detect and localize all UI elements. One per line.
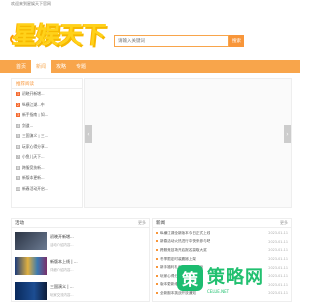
bullet-icon — [156, 240, 158, 243]
recommend-title: 推荐阅读 — [12, 79, 82, 89]
main-nav: 首页 新闻 攻略 专题 — [0, 60, 300, 73]
nav-item-news[interactable]: 新闻 — [31, 60, 51, 73]
carousel-next-button[interactable]: › — [284, 125, 291, 143]
article-thumbnail[interactable] — [15, 256, 47, 275]
article-item[interactable]: 初晓开新增... 活动介绍内容... — [12, 228, 149, 253]
rank-badge: 2 — [16, 102, 20, 107]
news-item[interactable]: 跨服竞技场开启报名赢取大奖 2023-01-11 — [156, 246, 288, 255]
rank-badge: 5 — [16, 134, 20, 139]
nav-item-topics[interactable]: 专题 — [71, 60, 91, 73]
article-thumbnail[interactable] — [15, 281, 47, 300]
more-link[interactable]: 更多 — [138, 220, 146, 226]
news-date: 2023-01-11 — [268, 231, 288, 236]
rank-badge: 10 — [15, 186, 21, 191]
rank-badge: 3 — [16, 113, 20, 118]
search-button-label: 搜索 — [232, 39, 241, 44]
bullet-icon — [156, 274, 158, 277]
article-desc: 详细介绍内容... — [50, 268, 74, 272]
recommend-panel: 推荐阅读 1 初晓开新增... 2 纵横江湖...中 3 新手指南 | 如... 4剑… — [11, 78, 83, 208]
watermark: 策 策略网 CELUE.NET — [177, 260, 295, 296]
list-item[interactable]: 2 纵横江湖...中 — [12, 100, 82, 111]
carousel-prev-button[interactable]: ‹ — [85, 125, 92, 143]
list-item-title: 新版本更新... — [22, 175, 45, 181]
rank-badge: 8 — [16, 165, 20, 170]
list-item[interactable]: 9 新版本更新... — [12, 173, 82, 184]
rank-badge: 1 — [16, 92, 20, 97]
article-desc: 活动介绍内容... — [50, 243, 74, 247]
header: 星娱天下 请输入关键词 搜索 — [0, 8, 300, 53]
list-item-title: 初晓开新增... — [22, 91, 45, 97]
bullet-icon — [156, 283, 158, 286]
list-item-title: 新春活动开启... — [22, 185, 49, 191]
topbar-text: 欢迎来到星娱天下官网 — [11, 1, 51, 6]
article-item[interactable]: 三国演义 | ... 玩家交流内容... — [12, 278, 149, 303]
news-item[interactable]: 新春活动火热进行中快来参与吧 2023-01-11 — [156, 238, 288, 247]
article-item[interactable]: 新版本上线 | ... 详细介绍内容... — [12, 253, 149, 278]
article-title[interactable]: 三国演义 | ... — [50, 284, 74, 290]
activity-panel: 活动 更多 初晓开新增... 活动介绍内容... 新版本上线 | ... 详细介绍内… — [11, 218, 150, 302]
panel-header: 新闻 更多 — [153, 219, 291, 228]
search-placeholder: 请输入关键词 — [118, 39, 145, 44]
more-link[interactable]: 更多 — [280, 220, 288, 226]
news-item[interactable]: 纵横江湖全新版本今日正式上线 2023-01-11 — [156, 229, 288, 238]
news-title: 跨服竞技场开启报名赢取大奖 — [160, 247, 207, 252]
search-bar: 请输入关键词 搜索 — [114, 35, 244, 47]
site-logo[interactable]: 星娱天下 — [10, 15, 106, 49]
list-item[interactable]: 5 三国演义 | 三... — [12, 131, 82, 142]
list-item[interactable]: 8 跨服竞技新... — [12, 163, 82, 174]
banner-carousel: ‹ › — [84, 78, 292, 208]
list-item[interactable]: 1 初晓开新增... — [12, 89, 82, 100]
logo-text: 星娱天下 — [11, 19, 107, 49]
list-item[interactable]: 3 新手指南 | 如... — [12, 110, 82, 121]
bullet-icon — [156, 231, 158, 234]
rank-badge: 6 — [16, 144, 20, 149]
article-title[interactable]: 初晓开新增... — [50, 234, 74, 240]
list-item-title: 剑道... — [22, 122, 34, 128]
search-button[interactable]: 搜索 — [229, 35, 244, 47]
watermark-title: 策略网 — [207, 266, 264, 288]
bullet-icon — [156, 266, 158, 269]
rank-badge: 4 — [16, 123, 20, 128]
panel-title: 新闻 — [156, 221, 165, 226]
news-date: 2023-01-11 — [268, 248, 288, 253]
rank-badge: 9 — [16, 176, 20, 181]
bullet-icon — [156, 248, 158, 251]
list-item-title: 跨服竞技新... — [22, 164, 45, 170]
bullet-icon — [156, 291, 158, 294]
rank-badge: 7 — [16, 155, 20, 160]
news-date: 2023-01-11 — [268, 239, 288, 244]
topbar: 欢迎来到星娱天下官网 — [0, 0, 300, 8]
list-item-title: 小鱼儿天下... — [22, 154, 45, 160]
search-input[interactable]: 请输入关键词 — [114, 35, 229, 47]
list-item[interactable]: 4 剑道... — [12, 121, 82, 132]
article-thumbnail[interactable] — [15, 231, 47, 250]
list-item-title: 纵横江湖...中 — [22, 101, 45, 107]
watermark-subtitle: CELUE.NET — [207, 288, 230, 294]
news-title: 新春活动火热进行中快来参与吧 — [160, 239, 211, 244]
watermark-icon-glyph: 策 — [181, 270, 198, 289]
main-section: 推荐阅读 1 初晓开新增... 2 纵横江湖...中 3 新手指南 | 如... 4剑… — [0, 78, 300, 208]
list-item-title: 玩家心得分享... — [22, 143, 49, 149]
nav-item-guide[interactable]: 攻略 — [51, 60, 71, 73]
list-item[interactable]: 6 玩家心得分享... — [12, 142, 82, 153]
article-desc: 玩家交流内容... — [50, 293, 74, 297]
watermark-logo-icon: 策 — [177, 265, 203, 291]
panel-header: 活动 更多 — [12, 219, 149, 228]
article-title[interactable]: 新版本上线 | ... — [50, 259, 78, 265]
nav-item-home[interactable]: 首页 — [11, 60, 31, 73]
list-item-title: 新手指南 | 如... — [22, 112, 49, 118]
list-item[interactable]: 10 新春活动开启... — [12, 184, 82, 195]
list-item-title: 三国演义 | 三... — [22, 133, 49, 139]
news-title: 纵横江湖全新版本今日正式上线 — [160, 230, 211, 235]
panel-title: 活动 — [15, 221, 24, 226]
list-item[interactable]: 7 小鱼儿天下... — [12, 152, 82, 163]
bullet-icon — [156, 257, 158, 260]
